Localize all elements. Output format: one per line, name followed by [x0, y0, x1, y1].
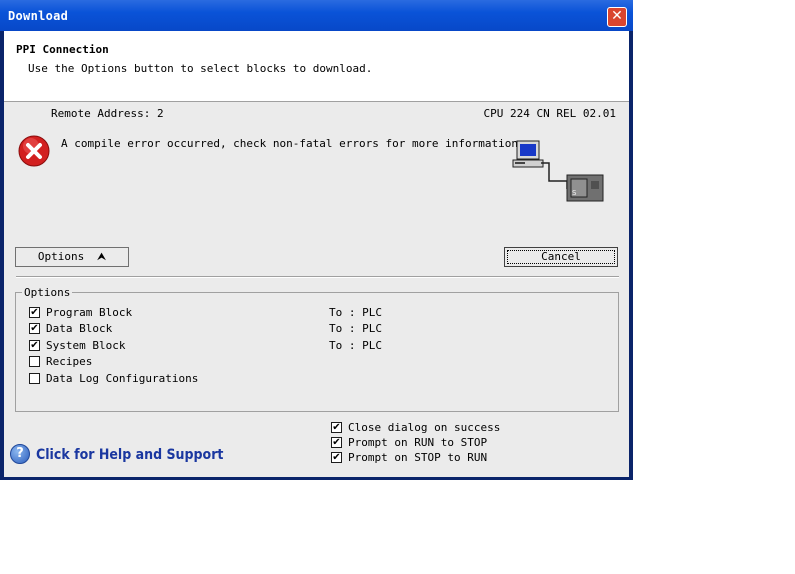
option-target: To : PLC: [329, 339, 382, 352]
options-label: Options: [37, 250, 85, 263]
option-label: System Block: [46, 339, 126, 352]
prompt-stop-to-run-checkbox[interactable]: ✔: [331, 452, 342, 463]
option-label: Program Block: [46, 306, 133, 319]
help-link[interactable]: Click for Help and Support: [36, 447, 223, 463]
window-title: Download: [8, 9, 69, 23]
header-panel: PPI Connection Use the Options button to…: [4, 31, 629, 102]
setting-label: Close dialog on success: [348, 421, 501, 434]
pc-plc-connection-icon: S: [512, 140, 604, 202]
check-icon: ✔: [332, 437, 341, 448]
option-target: To : PLC: [329, 306, 382, 319]
check-icon: ✔: [30, 307, 39, 318]
option-target: To : PLC: [329, 322, 382, 335]
setting-label: Prompt on STOP to RUN: [348, 451, 488, 464]
cpu-version: CPU 224 CN REL 02.01: [483, 107, 616, 120]
remote-address: Remote Address: 2: [51, 107, 164, 120]
data-log-checkbox[interactable]: [29, 373, 40, 384]
check-icon: ✔: [332, 452, 341, 463]
connection-title: PPI Connection: [16, 43, 109, 56]
cancel-button[interactable]: Cancel: [504, 247, 618, 267]
header-subtitle: Use the Options button to select blocks …: [28, 62, 373, 75]
option-label: Recipes: [46, 355, 93, 368]
check-icon: ✔: [30, 323, 39, 334]
recipes-checkbox[interactable]: [29, 356, 40, 367]
close-button[interactable]: ✕: [607, 7, 627, 27]
check-icon: ✔: [332, 422, 341, 433]
help-glyph: ?: [16, 446, 24, 461]
check-icon: ✔: [30, 340, 39, 351]
system-block-checkbox[interactable]: ✔: [29, 340, 40, 351]
dialog-body: PPI Connection Use the Options button to…: [4, 31, 629, 477]
prompt-run-to-stop-checkbox[interactable]: ✔: [331, 437, 342, 448]
svg-text:S: S: [572, 189, 577, 197]
title-bar[interactable]: Download ✕: [0, 0, 633, 31]
program-block-checkbox[interactable]: ✔: [29, 307, 40, 318]
help-icon[interactable]: ?: [10, 444, 30, 464]
cancel-label: Cancel: [541, 250, 581, 263]
close-on-success-checkbox[interactable]: ✔: [331, 422, 342, 433]
data-block-checkbox[interactable]: ✔: [29, 323, 40, 334]
option-label: Data Block: [46, 322, 113, 335]
download-dialog: Download ✕ PPI Connection Use the Option…: [0, 0, 633, 480]
chevron-up-icon: ⮝: [96, 250, 107, 263]
option-label: Data Log Configurations: [46, 372, 199, 385]
close-icon: ✕: [611, 8, 623, 24]
options-button[interactable]: Options ⮝: [15, 247, 129, 267]
setting-label: Prompt on RUN to STOP: [348, 436, 488, 449]
options-group-label: Options: [22, 286, 73, 299]
error-icon: [18, 135, 50, 167]
error-message: A compile error occurred, check non-fata…: [61, 137, 525, 150]
divider: [16, 276, 619, 278]
